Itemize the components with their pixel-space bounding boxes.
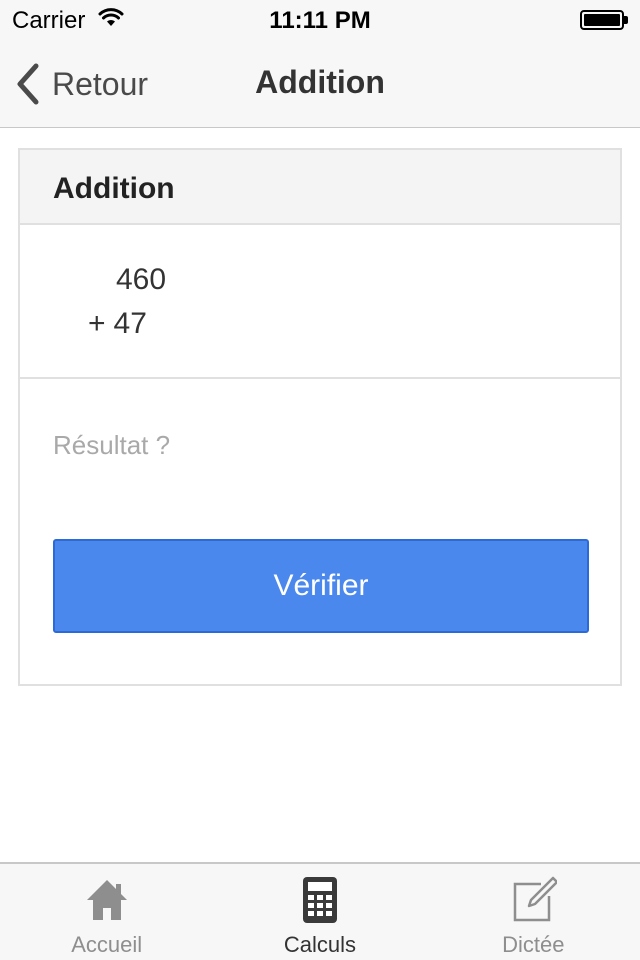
tab-bar: Accueil Calculs Dictée: [0, 862, 640, 960]
battery-full-icon: [580, 10, 628, 30]
status-bar: Carrier 11:11 PM: [0, 0, 640, 40]
home-icon: [86, 880, 127, 920]
page-title: Addition: [255, 64, 385, 100]
second-operand: 47: [113, 307, 147, 340]
edit-note-icon: [514, 876, 558, 922]
second-operand-line: +47: [88, 307, 147, 341]
tab-label-accueil: Accueil: [71, 932, 143, 957]
status-time: 11:11 PM: [269, 7, 371, 34]
addition-operation: 460 +47: [20, 225, 620, 379]
panel-header: Addition: [20, 150, 620, 225]
calculator-icon: [302, 877, 337, 923]
navigation-bar: Retour Addition: [0, 40, 640, 128]
answer-area: Vérifier: [20, 379, 620, 686]
tab-dictee[interactable]: Dictée: [427, 864, 640, 960]
tab-label-calculs: Calculs: [283, 932, 357, 957]
tab-calculs[interactable]: Calculs: [213, 864, 426, 960]
first-operand: 460: [116, 263, 167, 296]
verify-button[interactable]: Vérifier: [53, 539, 589, 633]
tab-accueil[interactable]: Accueil: [0, 864, 213, 960]
addition-panel: Addition 460 +47 Vérifier: [18, 148, 622, 686]
panel-title: Addition: [53, 172, 175, 205]
plus-operator: +: [88, 307, 106, 340]
result-input[interactable]: [53, 425, 587, 465]
tab-label-dictee: Dictée: [502, 932, 565, 957]
